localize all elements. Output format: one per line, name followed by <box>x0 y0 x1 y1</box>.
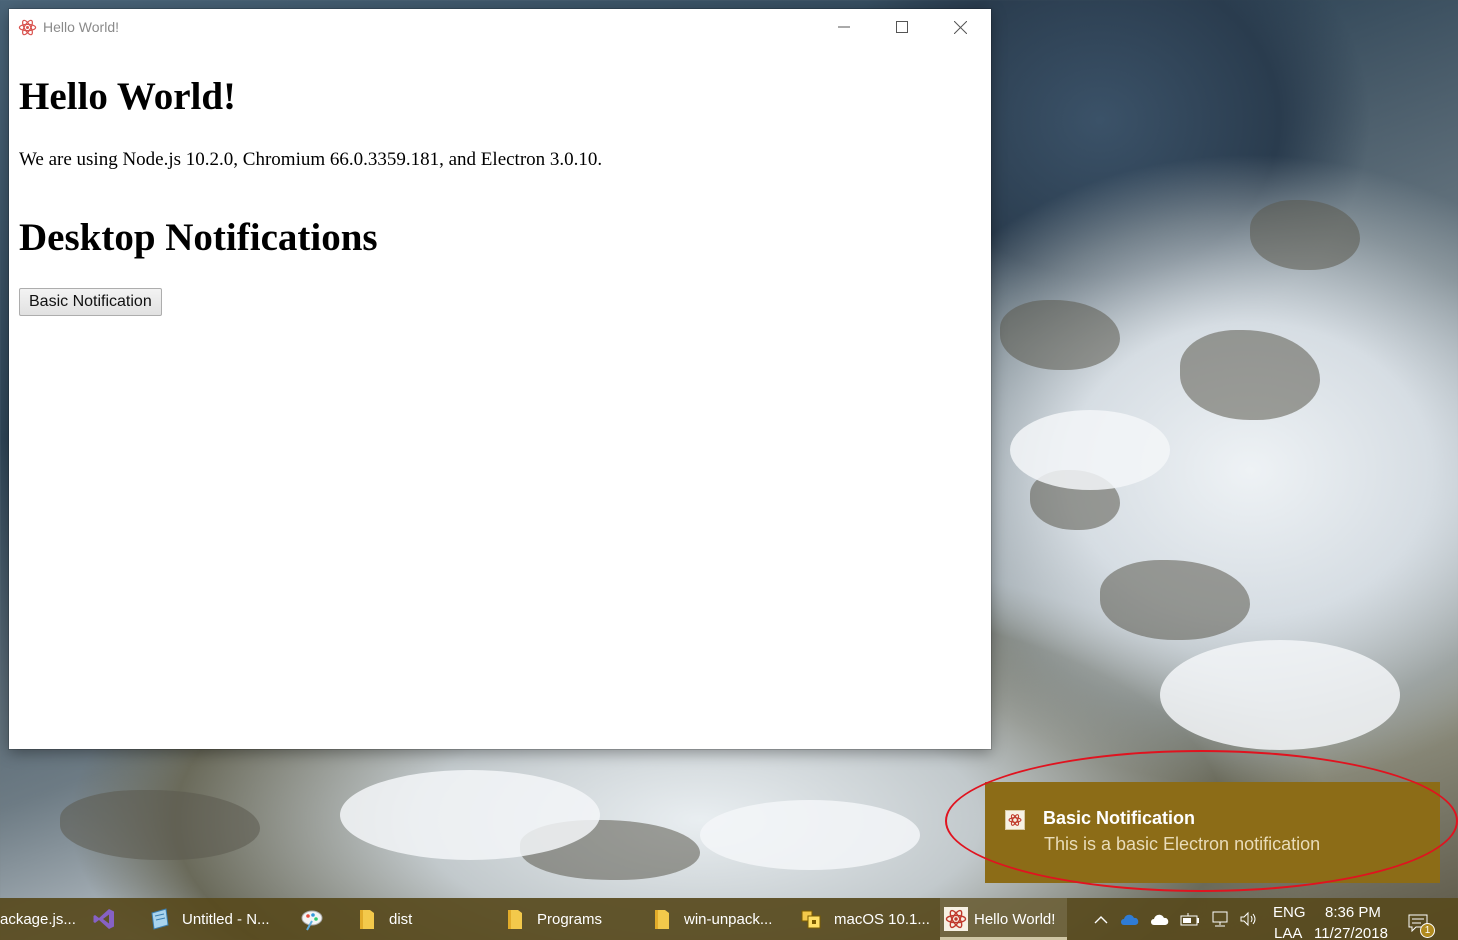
taskbar-item-paint[interactable] <box>300 898 334 940</box>
maximize-button[interactable] <box>873 9 931 45</box>
taskbar-item-label: win-unpack... <box>684 910 773 928</box>
electron-icon <box>944 907 968 931</box>
taskbar-item-win-unpacked[interactable]: win-unpack... <box>650 898 772 940</box>
electron-icon <box>18 18 37 37</box>
versions-text: We are using Node.js 10.2.0, Chromium 66… <box>19 149 603 170</box>
taskbar-item-visual-studio[interactable] <box>92 898 126 940</box>
battery-icon[interactable] <box>1179 908 1201 930</box>
taskbar-item-macos-vm[interactable]: macOS 10.1... <box>800 898 930 940</box>
minimize-button[interactable] <box>815 9 873 45</box>
taskbar: ackage.js... Untitled - N... dist Progra… <box>0 898 1458 940</box>
paint-icon <box>301 910 323 931</box>
taskbar-item-label: Programs <box>537 910 603 928</box>
taskbar-item-label: dist <box>389 910 413 928</box>
folder-icon <box>508 910 522 929</box>
page-title: Hello World! <box>19 75 237 118</box>
show-hidden-icons-chevron-up-icon[interactable] <box>1090 908 1112 930</box>
taskbar-item-package-json[interactable]: ackage.js... <box>0 898 76 940</box>
network-icon[interactable] <box>1209 908 1231 930</box>
app-window: Hello World! Hello World! We are using N… <box>9 9 991 749</box>
maximize-icon <box>896 21 908 33</box>
visual-studio-icon <box>93 909 114 929</box>
volume-icon[interactable] <box>1238 908 1260 930</box>
taskbar-item-label: ackage.js... <box>0 910 76 928</box>
page-content: Hello World! We are using Node.js 10.2.0… <box>19 45 981 316</box>
language-indicator[interactable]: ENG <box>1273 904 1306 921</box>
minimize-icon <box>838 26 850 28</box>
folder-icon <box>360 910 374 929</box>
clock-date[interactable]: 11/27/2018 <box>1314 925 1388 940</box>
window-title: Hello World! <box>43 19 119 35</box>
folder-icon <box>655 910 669 929</box>
section-heading: Desktop Notifications <box>19 216 378 259</box>
onedrive-icon[interactable] <box>1119 908 1141 930</box>
close-icon <box>953 20 967 34</box>
notepad-icon <box>151 908 169 930</box>
vmware-icon <box>801 910 821 929</box>
language-layout[interactable]: LAA <box>1274 925 1302 940</box>
close-button[interactable] <box>931 9 989 45</box>
taskbar-item-label: macOS 10.1... <box>834 910 930 928</box>
taskbar-item-label: Untitled - N... <box>182 910 270 928</box>
basic-notification-button[interactable]: Basic Notification <box>19 288 162 316</box>
window-titlebar[interactable]: Hello World! <box>9 9 991 45</box>
taskbar-item-programs[interactable]: Programs <box>503 898 602 940</box>
taskbar-item-notepad[interactable]: Untitled - N... <box>148 898 270 940</box>
taskbar-item-label: Hello World! <box>974 910 1056 928</box>
taskbar-item-hello-world[interactable]: Hello World! <box>940 898 1068 940</box>
annotation-circle <box>945 750 1458 892</box>
notification-count-badge: 1 <box>1420 923 1435 938</box>
taskbar-item-dist[interactable]: dist <box>355 898 412 940</box>
onedrive-personal-icon[interactable] <box>1149 908 1171 930</box>
clock-time[interactable]: 8:36 PM <box>1325 904 1381 921</box>
